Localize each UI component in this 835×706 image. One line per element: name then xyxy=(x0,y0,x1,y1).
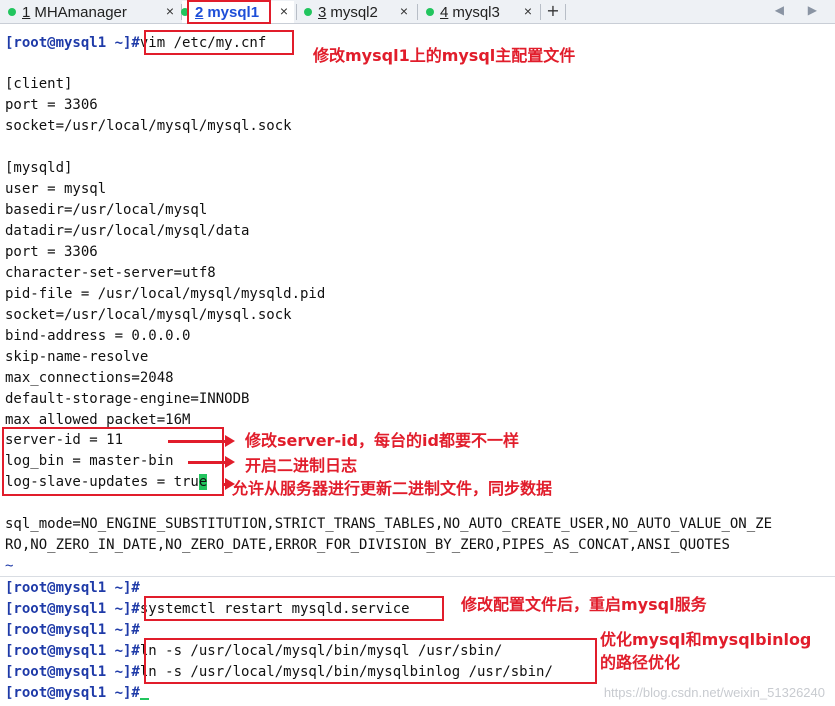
add-tab-button[interactable]: + xyxy=(543,1,563,22)
config-line: character-set-server=utf8 xyxy=(5,265,216,281)
terminal-line: [root@mysql1 ~]# xyxy=(5,683,149,704)
tab-number: 1 xyxy=(22,3,31,21)
watermark: https://blog.csdn.net/weixin_51326240 xyxy=(603,685,825,700)
tab-number: 3 xyxy=(318,3,327,21)
config-line: socket=/usr/local/mysql/mysql.sock xyxy=(5,307,292,323)
annotation-log-bin: 开启二进制日志 xyxy=(245,456,358,475)
config-line: pid-file = /usr/local/mysql/mysqld.pid xyxy=(5,286,326,302)
config-line: [mysqld] xyxy=(5,160,73,176)
tab-label: mysql2 xyxy=(330,3,378,21)
tab-bar: 1 MHAmanager × 2 mysql1 × 3 mysql2 × 4 m… xyxy=(0,0,835,24)
arrow-icon xyxy=(188,456,235,468)
terminal[interactable]: [root@mysql1 ~]#vim /etc/my.cnf [client]… xyxy=(0,24,835,706)
vim-command-highlight xyxy=(144,30,294,55)
close-icon[interactable]: × xyxy=(400,3,408,19)
annotation-restart: 修改配置文件后，重启mysql服务 xyxy=(461,595,707,614)
config-line: socket=/usr/local/mysql/mysql.sock xyxy=(5,118,292,134)
annotation-slave-updates: 允许从服务器进行更新二进制文件，同步数据 xyxy=(232,479,553,498)
terminal-line: [root@mysql1 ~]# xyxy=(5,620,140,641)
tab-mysql3[interactable]: 4 mysql3 × xyxy=(426,1,538,23)
connected-status-icon xyxy=(426,8,434,16)
annotation-vim: 修改mysql1上的mysql主配置文件 xyxy=(313,46,576,65)
restart-command-highlight xyxy=(144,596,444,621)
config-line: port = 3306 xyxy=(5,97,98,113)
shell-prompt: [root@mysql1 ~]# xyxy=(5,664,140,680)
tab-scroll-arrows[interactable]: ◀ ▶ xyxy=(775,3,827,17)
annotation-symlink-1: 优化mysql和mysqlbinlog xyxy=(600,630,812,649)
tab-number: 4 xyxy=(440,3,449,21)
config-line: user = mysql xyxy=(5,181,107,197)
config-line: [client] xyxy=(5,76,73,92)
tab-divider xyxy=(417,4,418,20)
text-cursor xyxy=(139,698,149,700)
config-line: basedir=/usr/local/mysql xyxy=(5,202,208,218)
close-icon[interactable]: × xyxy=(280,3,288,19)
tab-label: mysql3 xyxy=(452,3,500,21)
config-line: bind-address = 0.0.0.0 xyxy=(5,328,191,344)
tab-divider xyxy=(540,4,541,20)
arrow-icon xyxy=(224,478,235,490)
vim-tilde-line: ~ xyxy=(5,558,14,574)
tab-mysql2[interactable]: 3 mysql2 × xyxy=(304,1,414,23)
symlink-commands-highlight xyxy=(144,638,597,684)
close-icon[interactable]: × xyxy=(524,3,532,19)
shell-prompt: [root@mysql1 ~]# xyxy=(5,35,140,51)
tab-divider xyxy=(565,4,566,20)
shell-prompt: [root@mysql1 ~]# xyxy=(5,580,140,596)
shell-prompt: [root@mysql1 ~]# xyxy=(5,622,140,638)
tab-label: MHAmanager xyxy=(34,3,127,21)
config-line: RO,NO_ZERO_IN_DATE,NO_ZERO_DATE,ERROR_FO… xyxy=(5,537,730,553)
shell-prompt: [root@mysql1 ~]# xyxy=(5,685,140,701)
annotation-server-id: 修改server-id，每台的id都要不一样 xyxy=(245,431,519,450)
connected-status-icon xyxy=(304,8,312,16)
terminal-line: [root@mysql1 ~]# xyxy=(5,578,140,599)
tab-mhamanager[interactable]: 1 MHAmanager × xyxy=(8,1,180,23)
config-line: max_connections=2048 xyxy=(5,370,174,386)
config-line: sql_mode=NO_ENGINE_SUBSTITUTION,STRICT_T… xyxy=(5,516,773,532)
shell-prompt: [root@mysql1 ~]# xyxy=(5,643,140,659)
config-line: skip-name-resolve xyxy=(5,349,149,365)
screen-divider xyxy=(0,576,835,577)
config-line: port = 3306 xyxy=(5,244,98,260)
shell-prompt: [root@mysql1 ~]# xyxy=(5,601,140,617)
active-tab-highlight xyxy=(187,0,271,24)
config-line: datadir=/usr/local/mysql/data xyxy=(5,223,250,239)
config-line: default-storage-engine=INNODB xyxy=(5,391,250,407)
connected-status-icon xyxy=(8,8,16,16)
arrow-icon xyxy=(168,435,235,447)
close-icon[interactable]: × xyxy=(166,3,174,19)
annotation-symlink-2: 的路径优化 xyxy=(600,653,681,672)
tab-divider xyxy=(296,4,297,20)
